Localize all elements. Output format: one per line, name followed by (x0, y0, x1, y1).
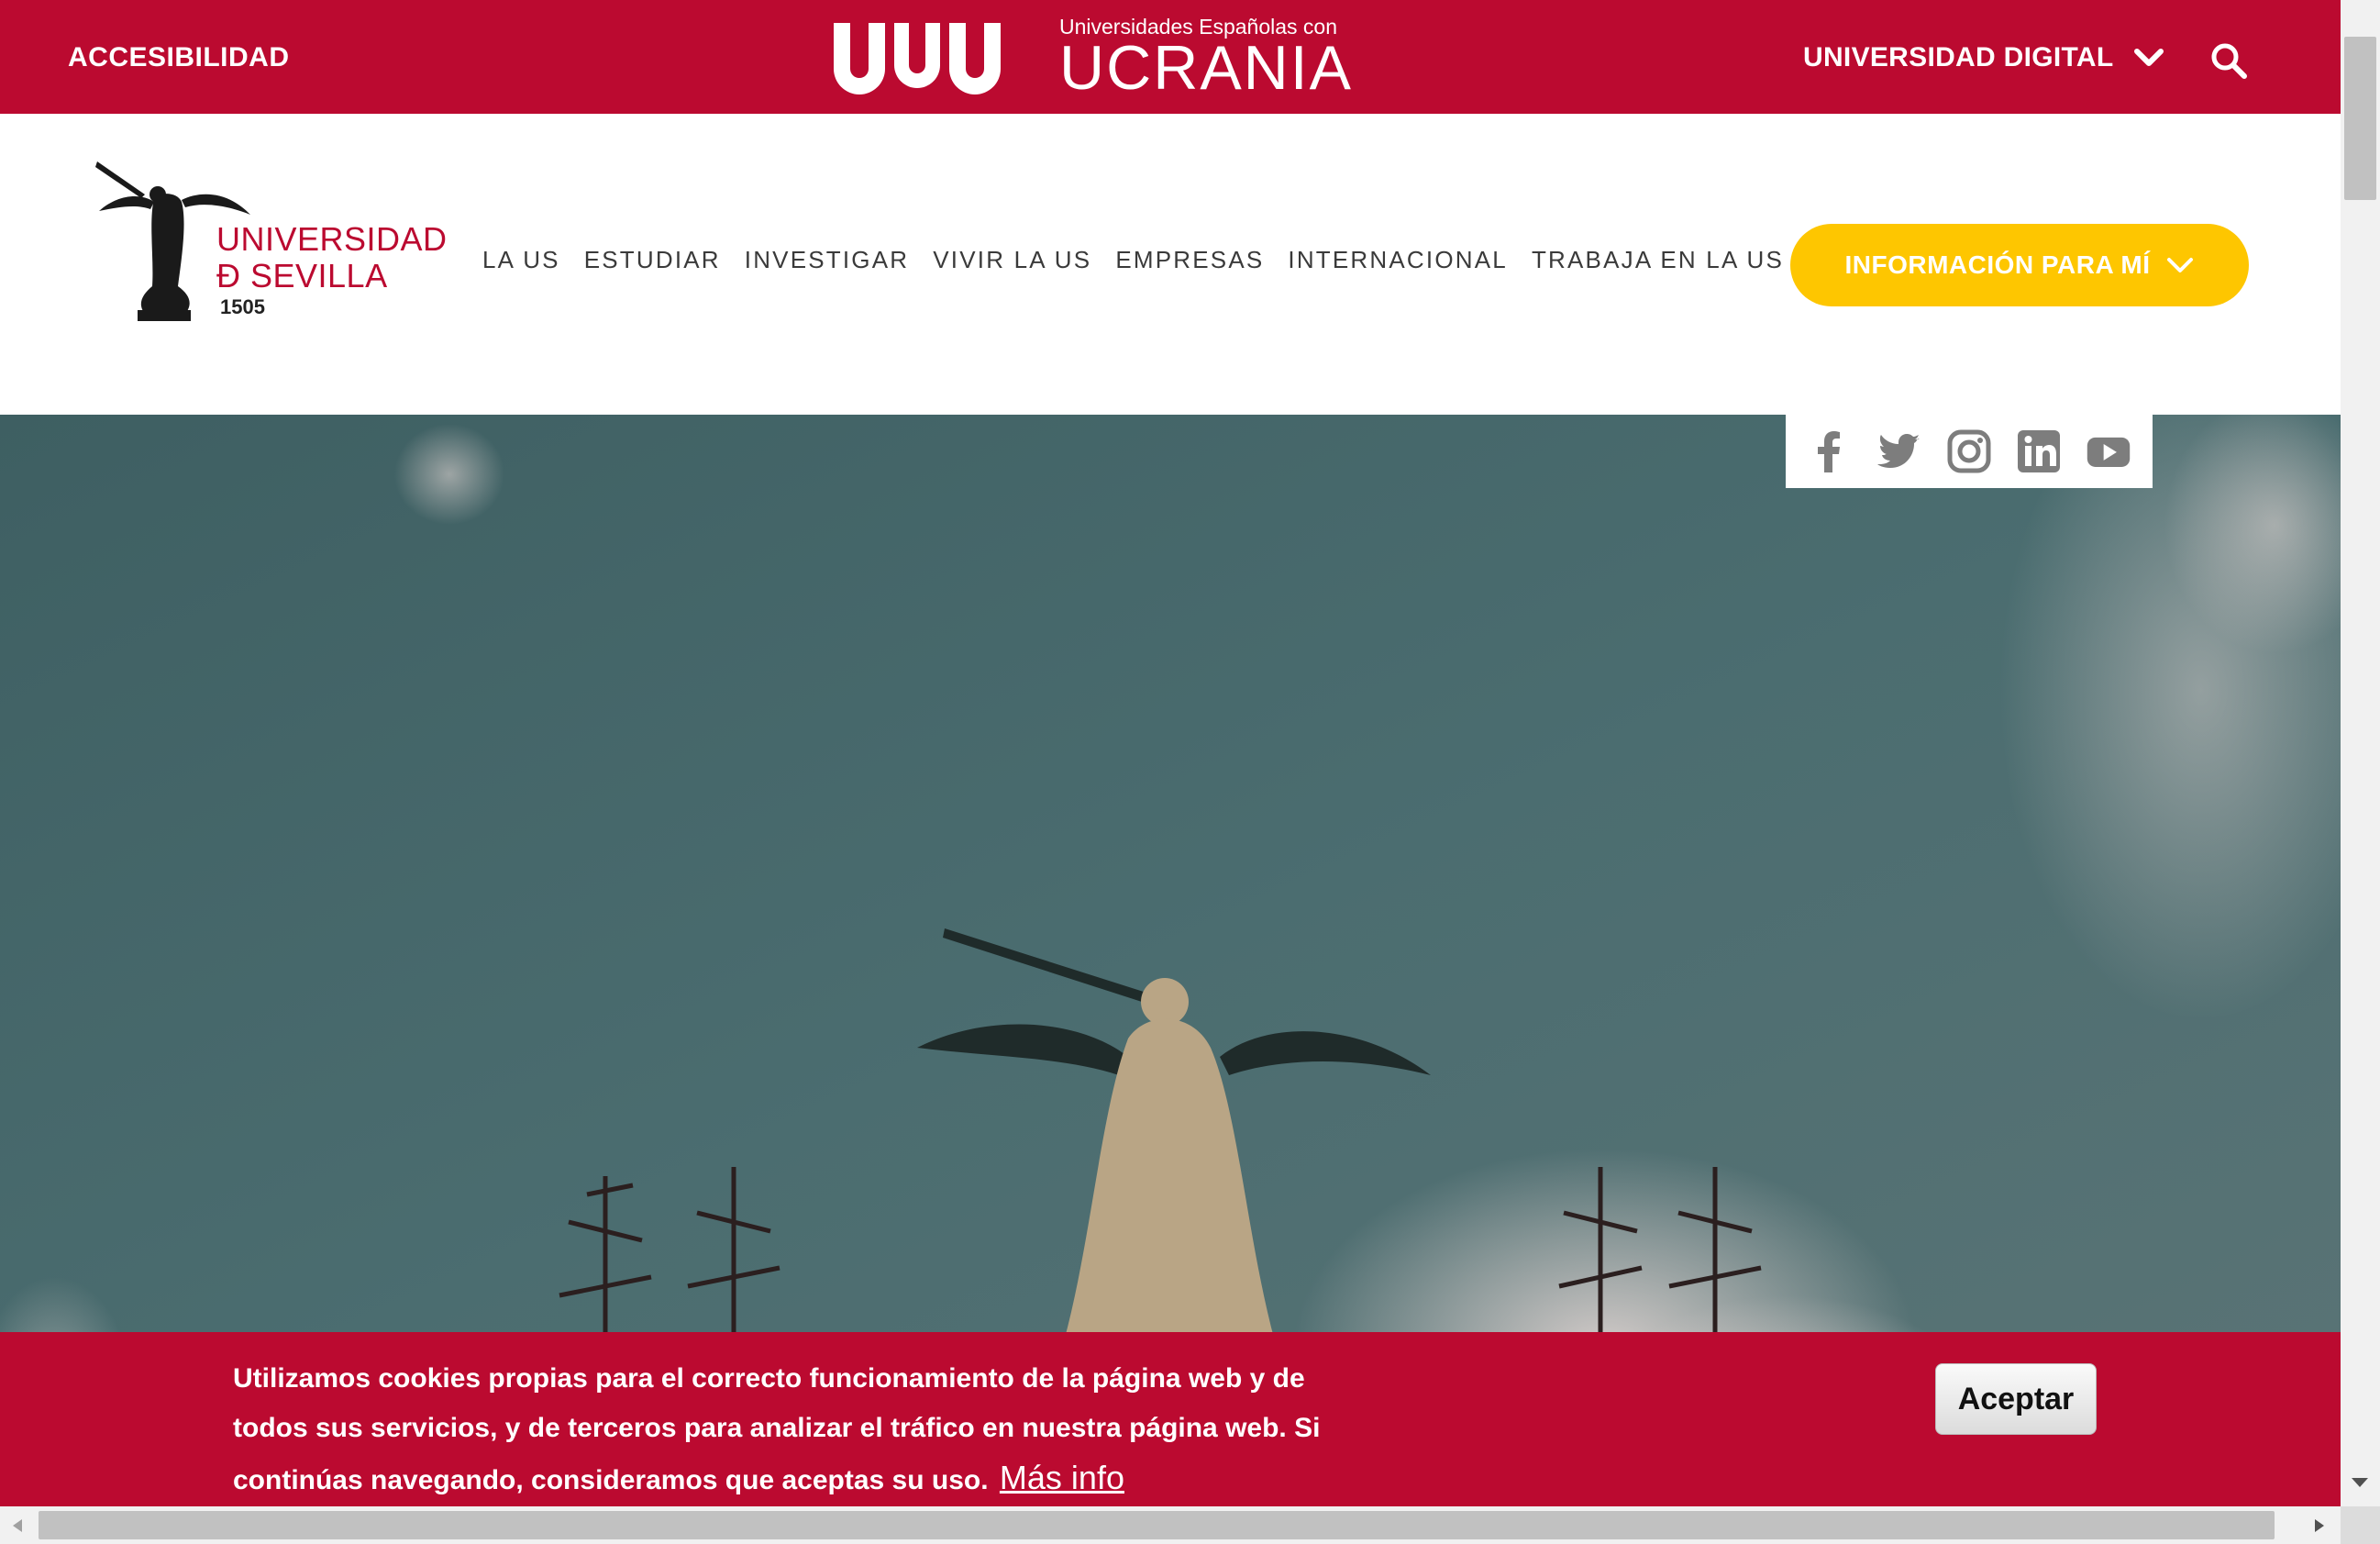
scrollbar-corner (2341, 1506, 2380, 1544)
accessibility-link[interactable]: ACCESIBILIDAD (68, 42, 290, 73)
linkedin-icon[interactable] (2016, 428, 2062, 474)
cookie-message: Utilizamos cookies propias para el corre… (233, 1354, 1370, 1505)
cookie-message-text: Utilizamos cookies propias para el corre… (233, 1363, 1321, 1495)
vertical-scroll-thumb[interactable] (2344, 37, 2376, 200)
logo-line-sevilla: Ð SEVILLA (216, 257, 388, 294)
vertical-scrollbar[interactable] (2341, 0, 2380, 1506)
nav-item-investigar[interactable]: INVESTIGAR (745, 246, 909, 274)
nav-item-trabaja-en-la-us[interactable]: TRABAJA EN LA US (1532, 246, 1784, 274)
digital-university-menu[interactable]: UNIVERSIDAD DIGITAL (1803, 42, 2164, 73)
accept-cookies-button[interactable]: Aceptar (1935, 1363, 2097, 1435)
digital-university-label: UNIVERSIDAD DIGITAL (1803, 42, 2114, 72)
nav-item-vivir-la-us[interactable]: VIVIR LA US (933, 246, 1091, 274)
chevron-down-icon (2166, 258, 2193, 272)
facebook-icon[interactable] (1807, 428, 1853, 474)
horizontal-scrollbar[interactable] (0, 1506, 2341, 1544)
university-logo[interactable]: UNIVERSIDAD Ð SEVILLA 1505 (90, 158, 447, 323)
chevron-down-icon (2134, 49, 2164, 66)
ukraine-banner-logo[interactable]: Universidades Españolas con UCRANIA (830, 15, 1354, 103)
nav-item-internacional[interactable]: INTERNACIONAL (1288, 246, 1508, 274)
cookie-banner: Utilizamos cookies propias para el corre… (0, 1332, 2341, 1506)
info-for-me-button[interactable]: INFORMACIÓN PARA MÍ (1790, 224, 2249, 306)
nav-item-estudiar[interactable]: ESTUDIAR (584, 246, 721, 274)
instagram-icon[interactable] (1946, 428, 1992, 474)
nav-item-empresas[interactable]: EMPRESAS (1115, 246, 1264, 274)
scroll-down-arrow-icon[interactable] (2350, 1475, 2370, 1490)
search-icon[interactable] (2210, 42, 2247, 79)
nav-item-la-us[interactable]: LA US (482, 246, 560, 274)
logo-year: 1505 (220, 295, 265, 318)
logo-line-university: UNIVERSIDAD (216, 220, 448, 258)
main-header: UNIVERSIDAD Ð SEVILLA 1505 LA US ESTUDIA… (0, 114, 2341, 415)
main-nav: LA US ESTUDIAR INVESTIGAR VIVIR LA US EM… (482, 246, 1784, 274)
social-links-bar (1786, 415, 2153, 488)
ukraine-logo-mark-icon (834, 23, 1001, 94)
more-info-link[interactable]: Más info (1000, 1459, 1124, 1496)
horizontal-scroll-thumb[interactable] (39, 1511, 2275, 1539)
ukraine-banner-title: UCRANIA (1059, 32, 1354, 103)
twitter-icon[interactable] (1876, 428, 1922, 474)
info-for-me-label: INFORMACIÓN PARA MÍ (1844, 250, 2151, 279)
scroll-left-arrow-icon[interactable] (11, 1517, 24, 1534)
top-bar: ACCESIBILIDAD Universidades Españolas co… (0, 0, 2341, 114)
scroll-right-arrow-icon[interactable] (2313, 1517, 2326, 1534)
youtube-icon[interactable] (2086, 428, 2131, 474)
